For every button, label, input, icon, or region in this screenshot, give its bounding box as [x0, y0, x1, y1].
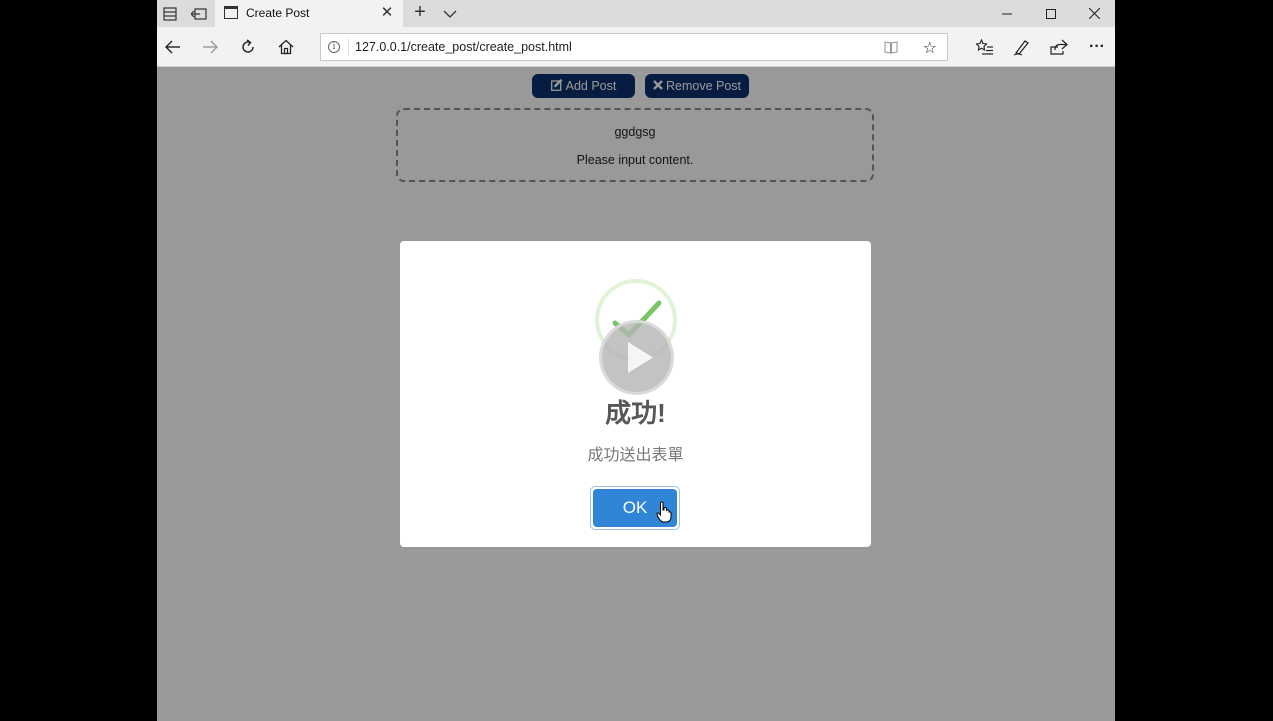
success-dialog: 成功! 成功送出表單 OK: [400, 241, 871, 547]
tab-actions-icon[interactable]: [160, 4, 180, 24]
minimize-button[interactable]: [985, 0, 1029, 27]
page-content: Add Post Remove Post ggdgsg Please input…: [157, 67, 1115, 721]
site-info-icon[interactable]: i: [328, 41, 340, 53]
tab-create-post[interactable]: Create Post ✕: [215, 0, 403, 27]
browser-window: Create Post ✕ + i 127.0.0.1/create_post/…: [157, 0, 1115, 721]
home-icon: [278, 39, 294, 55]
address-separator: [348, 39, 349, 56]
home-button[interactable]: [273, 35, 299, 59]
favorites-list-icon: [976, 39, 993, 55]
share-icon: [1050, 39, 1068, 55]
address-bar[interactable]: i 127.0.0.1/create_post/create_post.html…: [320, 33, 948, 61]
back-button[interactable]: [160, 35, 186, 59]
page-icon: [224, 6, 238, 19]
share-button[interactable]: [1046, 35, 1072, 59]
favorite-star-icon[interactable]: ☆: [923, 38, 937, 58]
maximize-button[interactable]: [1029, 0, 1073, 27]
close-tab-icon[interactable]: ✕: [377, 3, 397, 23]
more-options-icon[interactable]: ···: [1084, 35, 1110, 59]
tab-title: Create Post: [246, 6, 310, 20]
set-tabs-aside-icon[interactable]: [189, 4, 209, 24]
dialog-title: 成功!: [605, 398, 666, 428]
tab-strip: Create Post ✕ +: [157, 0, 1115, 27]
pen-icon: [1013, 40, 1029, 56]
dialog-message: 成功送出表單: [587, 447, 684, 464]
favorites-hub-button[interactable]: [972, 35, 998, 59]
hand-cursor-icon: [656, 501, 672, 528]
new-tab-icon[interactable]: +: [410, 1, 430, 23]
play-icon[interactable]: [599, 320, 674, 395]
forward-button[interactable]: [197, 35, 223, 59]
refresh-icon: [242, 39, 254, 53]
tab-preview-chevron-icon[interactable]: [440, 4, 460, 24]
refresh-button[interactable]: [235, 35, 261, 59]
reading-view-icon[interactable]: [883, 39, 899, 60]
web-note-button[interactable]: [1009, 35, 1035, 59]
forward-arrow-icon: [203, 40, 218, 54]
navigation-bar: i 127.0.0.1/create_post/create_post.html…: [157, 27, 1115, 67]
url-text[interactable]: 127.0.0.1/create_post/create_post.html: [355, 40, 572, 54]
close-window-button[interactable]: [1072, 0, 1115, 27]
back-arrow-icon: [165, 40, 180, 54]
